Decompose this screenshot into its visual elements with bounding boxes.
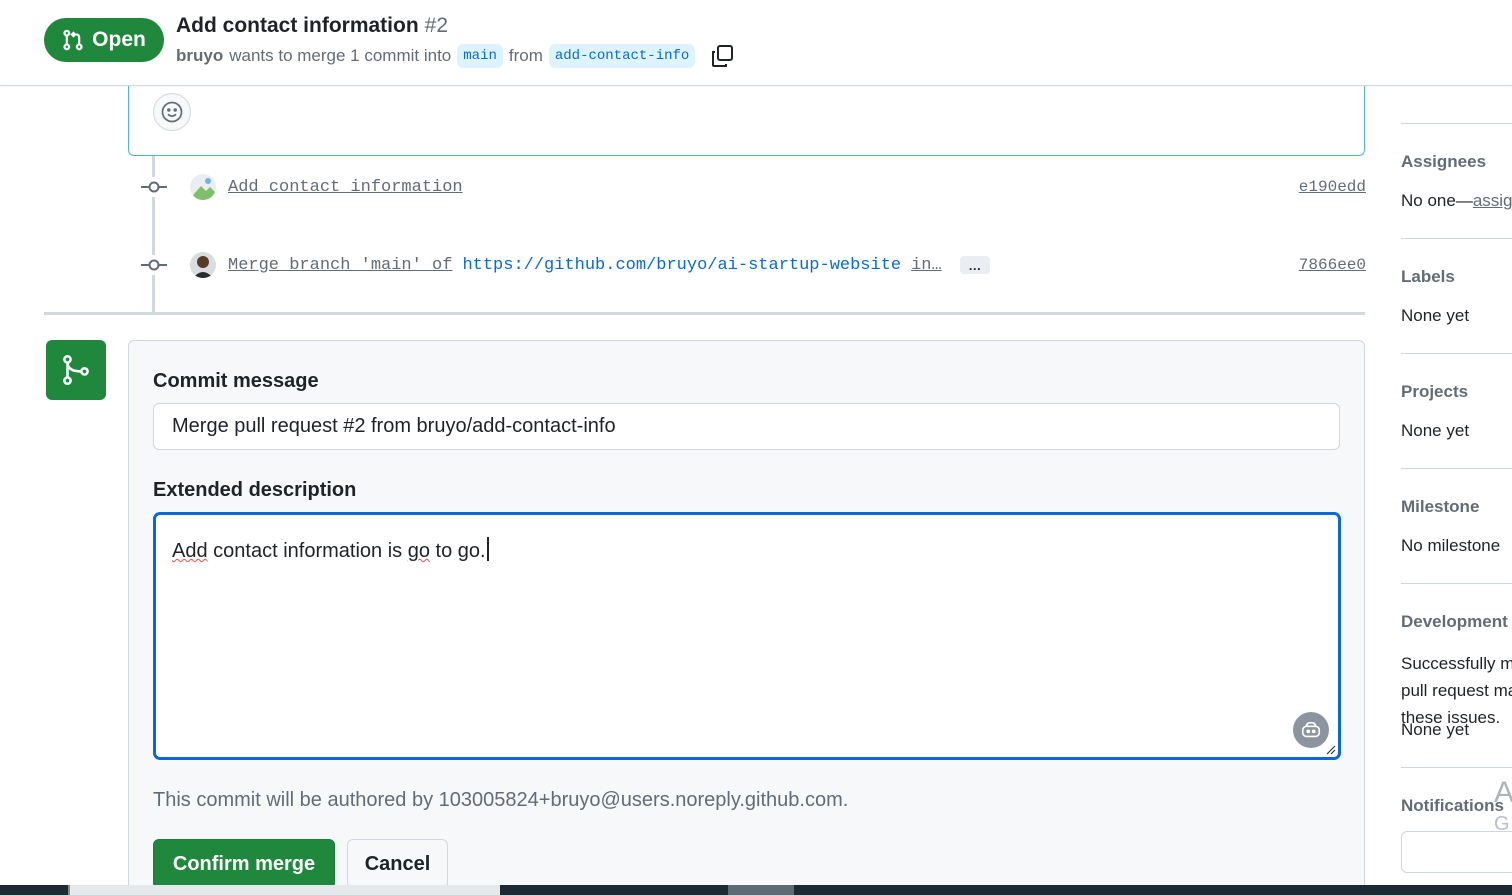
copy-branch-button[interactable] — [709, 43, 735, 69]
avatar[interactable] — [190, 174, 216, 200]
development-value: None yet — [1401, 720, 1470, 739]
sidebar-divider — [1401, 353, 1512, 354]
git-commit-icon — [140, 177, 168, 197]
overlay-letter-a: A — [1494, 776, 1512, 809]
sidebar-divider — [1401, 468, 1512, 469]
cancel-button[interactable]: Cancel — [347, 839, 448, 889]
pr-header: Open Add contact information #2 bruyo wan… — [0, 0, 1512, 86]
extended-description-text: Add contact information is go to go. — [172, 537, 489, 563]
commit-author-note: This commit will be authored by 10300582… — [153, 789, 849, 811]
development-text: Successfully merging this pull request m… — [1401, 654, 1512, 727]
commit-message-link[interactable]: Merge branch 'main' of — [228, 256, 452, 275]
merge-text: wants to merge 1 commit into — [229, 46, 452, 65]
pr-meta: bruyo wants to merge 1 commit into main … — [176, 43, 735, 69]
head-branch[interactable]: add-contact-info — [548, 44, 696, 68]
extended-description-label: Extended description — [153, 479, 357, 501]
development-heading[interactable]: Development — [1401, 612, 1508, 632]
copilot-button[interactable] — [1293, 712, 1329, 748]
milestone-value: No milestone — [1401, 536, 1501, 555]
sidebar: Assignees No one—assign yourself Labels … — [1401, 86, 1512, 895]
pr-title-text: Add contact information — [176, 14, 419, 37]
commit-message-trail[interactable]: in… — [911, 256, 942, 275]
taskbar-window[interactable] — [68, 885, 500, 895]
git-commit-icon — [140, 255, 168, 275]
commit-sha-link[interactable]: e190edd — [1299, 178, 1366, 196]
projects-value: None yet — [1401, 421, 1470, 440]
notifications-heading: Notifications — [1401, 796, 1504, 815]
taskbar-app[interactable] — [728, 885, 794, 895]
page-title: Add contact information #2 — [176, 14, 448, 38]
labels-value: None yet — [1401, 306, 1470, 325]
state-label: Open — [92, 28, 146, 51]
assign-yourself-link[interactable]: assign yourself — [1473, 191, 1512, 210]
smiley-icon — [161, 101, 183, 123]
commit-message-input[interactable]: Merge pull request #2 from bruyo/add-con… — [153, 403, 1340, 450]
pr-author-link[interactable]: bruyo — [176, 46, 223, 66]
repo-url-link[interactable]: https://github.com/bruyo/ai-startup-webs… — [462, 256, 901, 275]
commit-sha-link[interactable]: 7866ee0 — [1299, 256, 1366, 274]
expand-commit-button[interactable]: … — [959, 256, 990, 274]
from-text: from — [508, 46, 543, 65]
extended-description-textarea[interactable]: Add contact information is go to go. — [153, 512, 1341, 760]
commit-row: Merge branch 'main' of https://github.co… — [140, 245, 1366, 285]
git-merge-icon — [46, 340, 106, 400]
sidebar-divider — [1401, 767, 1512, 768]
pr-number: #2 — [424, 14, 449, 37]
taskbar — [0, 885, 1512, 895]
copilot-icon — [1301, 721, 1321, 738]
timeline-divider — [44, 312, 1365, 315]
assignees-value: No one—assign yourself — [1401, 191, 1512, 211]
projects-heading[interactable]: Projects — [1401, 382, 1468, 402]
notifications-button[interactable] — [1401, 831, 1512, 873]
avatar[interactable] — [190, 252, 216, 278]
labels-heading[interactable]: Labels — [1401, 267, 1455, 287]
confirm-merge-button[interactable]: Confirm merge — [153, 839, 335, 889]
sidebar-divider — [1401, 583, 1512, 584]
sidebar-divider — [1401, 123, 1512, 124]
text-caret — [486, 537, 489, 561]
milestone-heading[interactable]: Milestone — [1401, 497, 1479, 517]
sidebar-divider — [1401, 238, 1512, 239]
assignees-heading[interactable]: Assignees — [1401, 152, 1486, 172]
commit-message-label: Commit message — [153, 370, 319, 392]
git-pull-request-icon — [63, 29, 83, 51]
add-reaction-button[interactable] — [153, 93, 191, 131]
commit-message-link[interactable]: Add contact information — [228, 178, 463, 197]
copy-icon — [712, 45, 734, 67]
base-branch[interactable]: main — [457, 44, 503, 68]
state-badge: Open — [44, 18, 164, 62]
commit-row: Add contact information e190edd — [140, 167, 1366, 207]
resize-handle[interactable] — [1326, 745, 1336, 755]
overlay-letter-g: G — [1494, 813, 1510, 835]
